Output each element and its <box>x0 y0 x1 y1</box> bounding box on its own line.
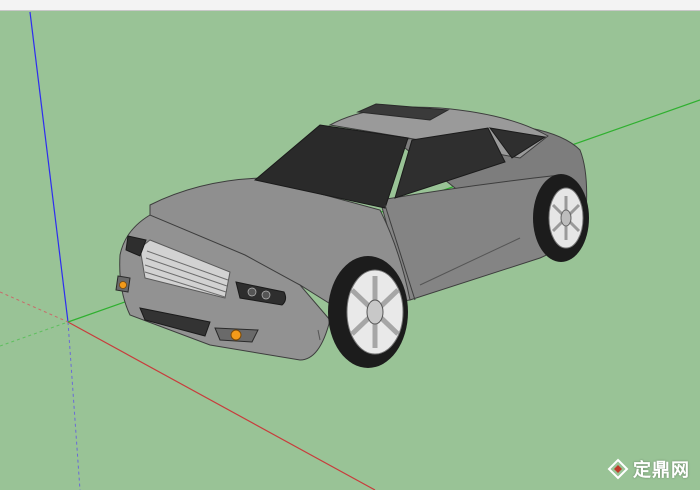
blue-axis <box>29 11 69 323</box>
3d-viewport[interactable]: 定鼎网 <box>0 0 700 490</box>
fog-light-right-lamp <box>230 329 242 341</box>
watermark: 定鼎网 <box>607 456 690 482</box>
fog-light-left-lamp <box>119 281 127 289</box>
blue-axis-dashed <box>67 321 81 490</box>
car-model[interactable] <box>115 103 589 368</box>
watermark-text: 定鼎网 <box>633 460 690 481</box>
scene-canvas[interactable] <box>0 0 700 490</box>
front-wheel <box>328 256 408 368</box>
rear-wheel <box>533 174 589 262</box>
red-axis-dashed <box>0 291 69 323</box>
logo-icon <box>607 458 629 480</box>
green-axis-dashed <box>0 321 69 347</box>
